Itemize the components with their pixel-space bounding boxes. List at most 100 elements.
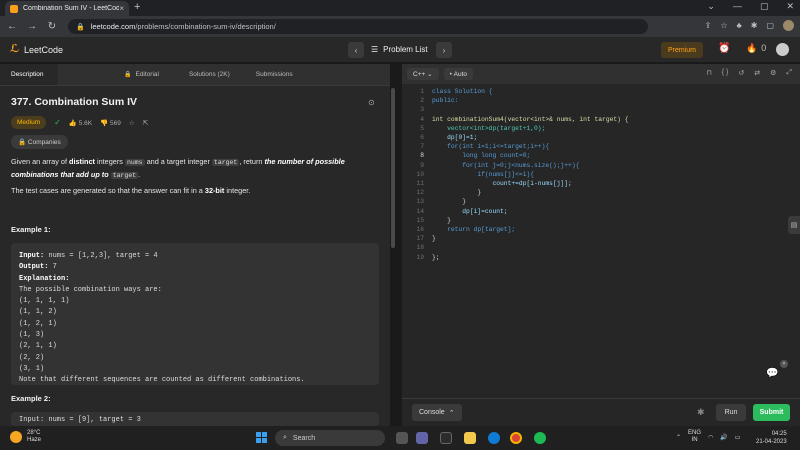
language-indicator[interactable]: ENG IN [688, 430, 701, 444]
chat-bubble-icon[interactable]: 💬 [766, 368, 778, 379]
code-line: vector<int>dp(target+1,0); [432, 124, 546, 132]
leetcode-logo-icon: ℒ [10, 43, 20, 55]
submit-button[interactable]: Submit [753, 404, 790, 421]
run-button[interactable]: Run [716, 404, 746, 421]
spotify-icon[interactable] [534, 432, 546, 444]
desc-bold: distinct [69, 157, 95, 166]
premium-button[interactable]: Premium [661, 42, 703, 58]
windows-start-icon[interactable] [256, 432, 267, 443]
scrollbar-thumb[interactable] [391, 88, 395, 248]
taskbar-search[interactable]: ⌕ Search [275, 430, 385, 446]
close-chat-icon[interactable]: × [780, 360, 788, 368]
reload-icon[interactable]: ↻ [44, 21, 60, 32]
minimize-icon[interactable]: — [733, 1, 742, 12]
language-select[interactable]: C++ ⌄ [407, 68, 439, 80]
maximize-icon[interactable]: ▢ [760, 1, 769, 12]
file-explorer-icon[interactable] [464, 432, 476, 444]
braces-icon[interactable]: { } [722, 69, 729, 77]
leetcode-logo[interactable]: ℒ LeetCode [10, 44, 63, 55]
share-icon[interactable]: ⇱ [143, 119, 148, 127]
bookmark-star-icon[interactable]: ☆ [720, 21, 727, 30]
editor-panel: C++ ⌄ • Auto ⊓ { } ↺ ⇄ ⚙ ⤢ 1 2 3 4 5 6 7… [402, 64, 800, 426]
favorite-star-icon[interactable]: ☆ [129, 119, 135, 127]
search-label: Search [292, 434, 316, 442]
fire-icon: 🔥 [746, 43, 758, 53]
companies-tag[interactable]: 🔒 Companies [11, 135, 68, 149]
shortcut-icon[interactable]: ⇄ [754, 69, 760, 77]
volume-icon[interactable]: 🔊 [720, 434, 727, 441]
bookmark-icon[interactable]: ⊓ [706, 69, 711, 77]
explanation-line: (2, 2) [19, 353, 45, 362]
code-line: if(nums[j]<=i){ [432, 170, 535, 178]
battery-icon[interactable]: ▭ [735, 434, 741, 441]
code-line: long long count=0; [432, 152, 531, 160]
likes-count: 5.6K [78, 119, 93, 127]
alarm-clock-icon[interactable]: ⏰ [718, 43, 730, 54]
line-number: 6 [420, 134, 424, 141]
weather-condition: Haze [27, 437, 42, 443]
task-view-icon[interactable] [396, 432, 408, 444]
tab-submissions[interactable]: Submissions [230, 64, 293, 85]
prev-problem-button[interactable]: ‹ [348, 42, 364, 58]
reset-icon[interactable]: ↺ [738, 69, 744, 77]
desc-text: integers [94, 157, 125, 166]
weather-widget[interactable]: 28°C Haze [10, 430, 41, 444]
tab-description[interactable]: Description [0, 64, 58, 85]
address-bar-row: ← → ↻ 🔒 leetcode.com /problems/combinati… [0, 16, 800, 37]
settings-circle-icon[interactable]: ⊙ [368, 98, 375, 107]
browser-tab[interactable]: Combination Sum IV - LeetCode × [5, 1, 129, 16]
like-button[interactable]: 👍 5.6K [69, 119, 92, 127]
notes-tab[interactable]: ▤ [788, 216, 800, 234]
constraint-note: The test cases are generated so that the… [11, 185, 381, 197]
input-label: Input: [19, 252, 45, 260]
tab-solutions[interactable]: Solutions (2K) [159, 64, 230, 85]
app-icon[interactable] [440, 432, 452, 444]
debug-icon[interactable]: ✱ [697, 407, 705, 418]
line-number: 3 [420, 106, 424, 114]
extension-icon[interactable]: ♣ [736, 21, 741, 30]
example-1-header: Example 1: [11, 225, 51, 234]
editor-actions: ⊓ { } ↺ ⇄ ⚙ ⤢ [706, 69, 792, 77]
console-button[interactable]: Console ⌃ [412, 404, 462, 421]
dislike-button[interactable]: 👎 569 [100, 119, 121, 127]
example-1-box: Input: nums = [1,2,3], target = 4 Output… [11, 243, 379, 385]
system-tray: ⌃ ENG IN ◠ 🔊 ▭ [676, 430, 740, 444]
teams-icon[interactable] [416, 432, 428, 444]
auto-mode-toggle[interactable]: • Auto [443, 68, 474, 80]
sidepanel-icon[interactable]: ▢ [766, 21, 774, 30]
streak-counter[interactable]: 🔥 0 [746, 43, 766, 54]
next-problem-button[interactable]: › [436, 42, 452, 58]
code-line: } [432, 198, 467, 206]
lock-icon: 🔒 [124, 72, 132, 78]
url-host: leetcode.com [90, 22, 136, 31]
lock-icon: 🔒 [76, 23, 85, 31]
tab-editorial[interactable]: 🔒 Editorial [58, 64, 159, 85]
share-icon[interactable]: ⇪ [705, 21, 712, 30]
close-tab-icon[interactable]: × [119, 4, 124, 13]
code-editor[interactable]: 1 2 3 4 5 6 7 8 9 10 11 12 13 14 15 16 1… [402, 88, 800, 388]
system-clock[interactable]: 04:25 21-04-2023 [756, 430, 787, 446]
forward-arrow-icon[interactable]: → [24, 21, 40, 32]
chevron-up-icon: ⌃ [448, 409, 455, 417]
desc-text: and a target integer [144, 157, 212, 166]
code-line: for(int i=1;i<=target;i++){ [432, 143, 550, 151]
puzzle-icon[interactable]: ✱ [751, 21, 758, 30]
close-window-icon[interactable]: ✕ [786, 1, 794, 12]
wifi-icon[interactable]: ◠ [708, 434, 713, 441]
url-input[interactable]: 🔒 leetcode.com /problems/combination-sum… [68, 19, 648, 34]
new-tab-button[interactable]: + [134, 1, 140, 13]
chevron-up-icon[interactable]: ⌃ [676, 434, 681, 441]
tab-search-icon[interactable]: ⌄ [707, 1, 715, 12]
fullscreen-icon[interactable]: ⤢ [786, 69, 792, 77]
chrome-icon[interactable] [510, 432, 522, 444]
back-arrow-icon[interactable]: ← [4, 21, 20, 32]
example-2-box: Input: nums = [9], target = 3 [11, 412, 379, 426]
user-avatar[interactable] [776, 43, 789, 56]
desc-text: Given an array of [11, 157, 69, 166]
line-number: 15 [416, 216, 424, 224]
settings-gear-icon[interactable]: ⚙ [770, 69, 776, 77]
explanation-line: (1, 1, 1, 1) [19, 297, 70, 306]
profile-avatar[interactable] [783, 20, 794, 31]
edge-icon[interactable] [488, 432, 500, 444]
problem-list-button[interactable]: ☰ Problem List [371, 45, 428, 54]
